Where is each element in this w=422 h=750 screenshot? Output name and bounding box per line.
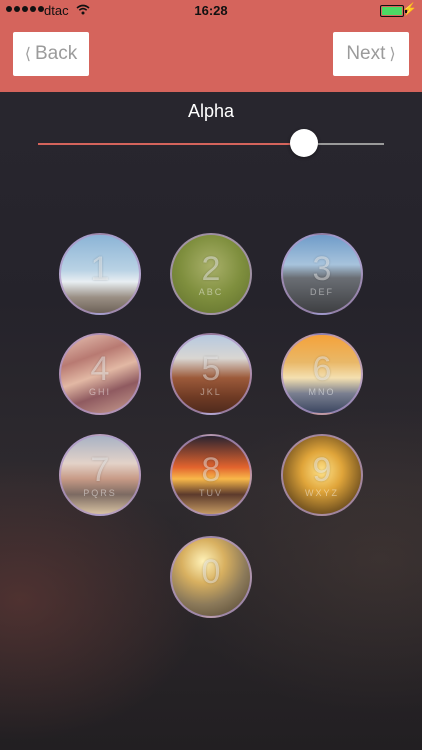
keypad-letters: ABC: [198, 286, 224, 297]
passcode-theme-screen: dtac 16:28 ⚡ ⟨ Back Next ⟩ Alpha 1 2 ABC…: [0, 0, 422, 750]
next-button-label: Next: [346, 43, 386, 64]
keypad-key-6[interactable]: 6 MNO: [281, 333, 363, 415]
keypad-key-7[interactable]: 7 PQRS: [59, 434, 141, 516]
keypad-letters: JKL: [200, 386, 222, 397]
keypad-digit: 8: [201, 450, 221, 489]
keypad-key-0[interactable]: 0: [170, 536, 252, 618]
keypad-digit: 1: [90, 249, 110, 288]
status-bar: dtac 16:28 ⚡: [0, 0, 422, 22]
keypad-letters: DEF: [310, 286, 334, 297]
keypad-letters: PQRS: [83, 487, 117, 498]
keypad-letters: TUV: [199, 487, 223, 498]
clock-time: 16:28: [194, 3, 228, 18]
keypad-digit: 5: [201, 349, 221, 388]
keypad-key-9[interactable]: 9 WXYZ: [281, 434, 363, 516]
keypad-digit: 4: [90, 349, 110, 388]
keypad-key-2[interactable]: 2 ABC: [170, 233, 252, 315]
keypad-key-1[interactable]: 1: [59, 233, 141, 315]
alpha-slider-thumb[interactable]: [290, 129, 319, 157]
keypad-digit: 6: [312, 349, 332, 388]
keypad-key-8[interactable]: 8 TUV: [170, 434, 252, 516]
battery-icon: [380, 5, 407, 17]
keypad-digit: 7: [90, 450, 110, 489]
chevron-right-icon: ⟩: [389, 46, 396, 63]
header-bar: dtac 16:28 ⚡ ⟨ Back Next ⟩: [0, 0, 422, 92]
keypad-digit: 3: [312, 249, 332, 288]
chevron-left-icon: ⟨: [24, 46, 31, 63]
alpha-slider[interactable]: [38, 129, 384, 157]
keypad-letters: MNO: [308, 386, 336, 397]
keypad-key-5[interactable]: 5 JKL: [170, 333, 252, 415]
charging-bolt-icon: ⚡: [402, 2, 417, 16]
next-button[interactable]: Next ⟩: [333, 32, 409, 76]
alpha-slider-fill: [38, 143, 305, 145]
keypad-digit: 0: [201, 552, 221, 591]
back-button[interactable]: ⟨ Back: [13, 32, 89, 76]
keypad-key-3[interactable]: 3 DEF: [281, 233, 363, 315]
alpha-label: Alpha: [187, 101, 235, 121]
back-button-label: Back: [35, 43, 78, 64]
keypad-digit: 2: [201, 249, 221, 288]
keypad-key-4[interactable]: 4 GHI: [59, 333, 141, 415]
keypad-letters: GHI: [88, 386, 111, 397]
keypad-digit: 9: [312, 450, 332, 489]
keypad-letters: WXYZ: [305, 487, 339, 498]
